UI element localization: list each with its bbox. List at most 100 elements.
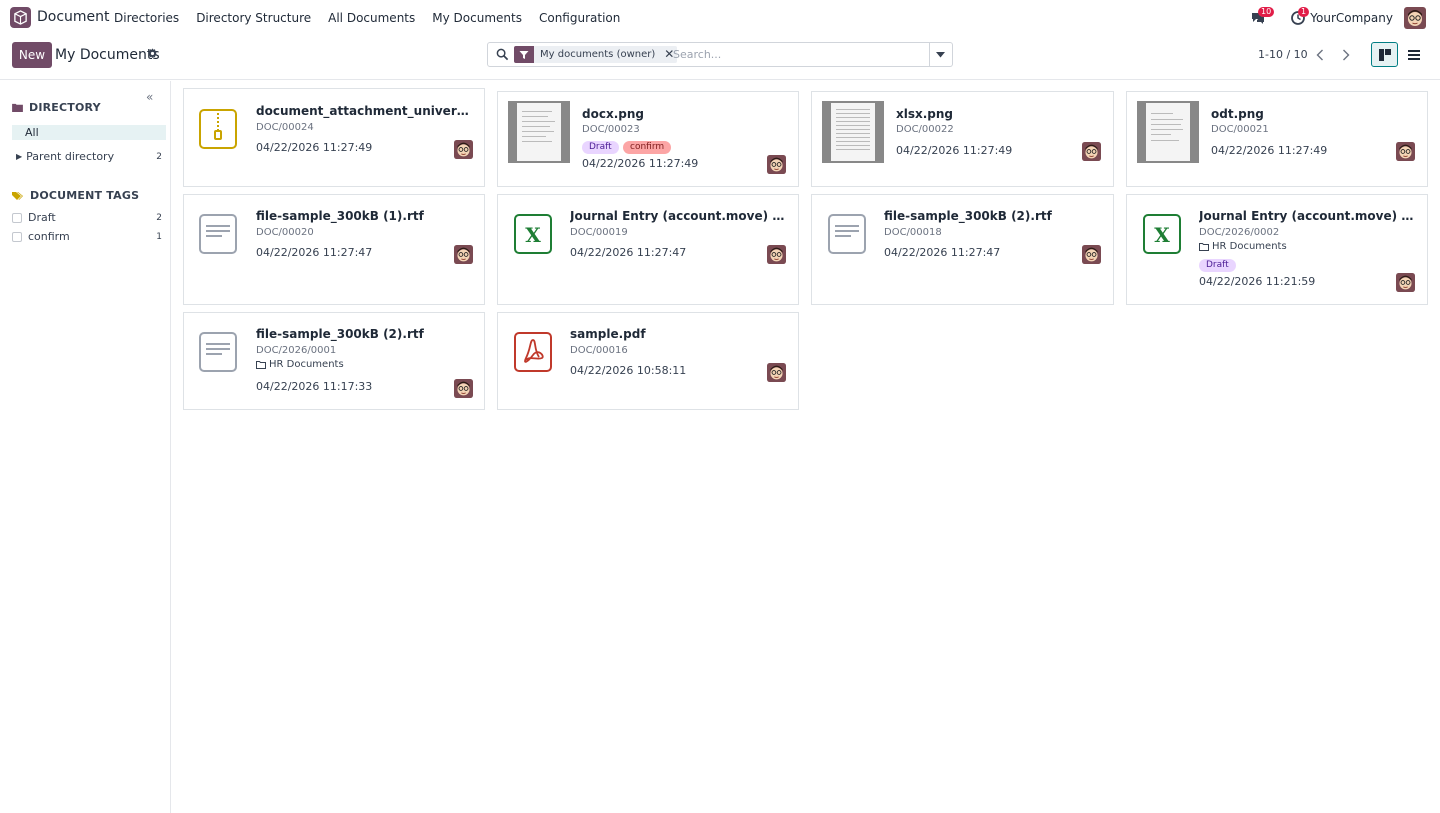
filter-icon: [514, 46, 534, 63]
document-directory[interactable]: HR Documents: [256, 359, 344, 370]
menu-configuration[interactable]: Configuration: [539, 11, 620, 25]
sidebar-item-all[interactable]: All: [12, 125, 166, 140]
kanban-view-button[interactable]: [1371, 42, 1398, 67]
document-directory[interactable]: HR Documents: [1199, 241, 1287, 252]
document-date: 04/22/2026 11:27:47: [884, 246, 1001, 259]
checkbox[interactable]: [12, 212, 22, 223]
gear-icon[interactable]: [147, 48, 158, 62]
document-title[interactable]: xlsx.png: [896, 107, 1096, 121]
tag-filter-draft[interactable]: Draft 2: [12, 211, 162, 224]
tag-filter-count: 2: [156, 212, 162, 223]
directory-section-title: DIRECTORY: [29, 101, 101, 114]
document-title[interactable]: document_attachment_universal_pr...: [256, 104, 470, 118]
document-title[interactable]: file-sample_300kB (2).rtf: [256, 327, 470, 341]
search-input[interactable]: [673, 46, 923, 63]
document-title[interactable]: Journal Entry (account.move) (3) (3).csv: [1199, 209, 1417, 223]
pager-value[interactable]: 1-10 / 10: [1258, 48, 1308, 61]
owner-avatar[interactable]: [1082, 245, 1101, 264]
main-menu: Directories Directory Structure All Docu…: [114, 11, 620, 25]
document-reference: DOC/2026/0001: [256, 345, 337, 356]
owner-avatar[interactable]: [767, 363, 786, 382]
document-date: 04/22/2026 11:27:49: [1211, 144, 1328, 157]
document-title[interactable]: docx.png: [582, 107, 782, 121]
document-card[interactable]: document_attachment_universal_pr... DOC/…: [183, 88, 485, 187]
document-card[interactable]: file-sample_300kB (1).rtf DOC/00020 04/2…: [183, 194, 485, 305]
folder-open-icon: [1199, 242, 1209, 251]
tag-draft: Draft: [1199, 259, 1236, 272]
owner-avatar[interactable]: [454, 140, 473, 159]
menu-all-documents[interactable]: All Documents: [328, 11, 415, 25]
sidebar-item-label: Parent directory: [26, 150, 115, 163]
svg-text:X: X: [1154, 223, 1170, 247]
document-reference: DOC/00016: [570, 345, 628, 356]
document-date: 04/22/2026 11:27:49: [896, 144, 1013, 157]
owner-avatar[interactable]: [454, 245, 473, 264]
document-date: 04/22/2026 10:58:11: [570, 364, 687, 377]
document-card[interactable]: X Journal Entry (account.move) (3) (3).c…: [1126, 194, 1428, 305]
document-card[interactable]: xlsx.png DOC/00022 04/22/2026 11:27:49: [811, 91, 1114, 187]
chat-icon[interactable]: 10: [1250, 7, 1275, 26]
document-reference: DOC/00023: [582, 124, 640, 135]
document-card[interactable]: file-sample_300kB (2).rtf DOC/00018 04/2…: [811, 194, 1114, 305]
menu-directory-structure[interactable]: Directory Structure: [196, 11, 311, 25]
sidebar-item-parent-directory[interactable]: ▶ Parent directory 2: [12, 150, 162, 163]
caret-right-icon[interactable]: ▶: [16, 152, 22, 161]
document-title[interactable]: Journal Entry (account.move) (3) (3).csv: [570, 209, 788, 223]
document-title[interactable]: odt.png: [1211, 107, 1411, 121]
tags-section-header: DOCUMENT TAGS: [12, 189, 139, 202]
checkbox[interactable]: [12, 231, 22, 242]
document-card[interactable]: file-sample_300kB (2).rtf DOC/2026/0001 …: [183, 312, 485, 410]
collapse-panel-icon[interactable]: «: [146, 90, 153, 104]
owner-avatar[interactable]: [1396, 273, 1415, 292]
pager-next-button[interactable]: [1334, 43, 1358, 67]
search-bar: My documents (owner) ✕: [487, 42, 930, 67]
app-name[interactable]: Document: [37, 9, 110, 25]
document-title[interactable]: sample.pdf: [570, 327, 784, 341]
text-file-icon: [199, 214, 237, 257]
pdf-icon: [514, 332, 552, 375]
search-icon[interactable]: [496, 48, 509, 61]
document-title[interactable]: file-sample_300kB (2).rtf: [884, 209, 1098, 223]
facet-label: My documents (owner): [540, 49, 656, 60]
tag-filter-count: 1: [156, 231, 162, 242]
document-card[interactable]: X Journal Entry (account.move) (3) (3).c…: [497, 194, 799, 305]
owner-avatar[interactable]: [1082, 142, 1101, 161]
document-preview-image: [508, 101, 570, 163]
spreadsheet-icon: X: [514, 214, 552, 257]
chevron-right-icon: [1343, 49, 1350, 61]
chat-count-badge: 10: [1258, 7, 1275, 17]
tags-section-title: DOCUMENT TAGS: [30, 189, 140, 202]
menu-my-documents[interactable]: My Documents: [432, 11, 522, 25]
menu-directories[interactable]: Directories: [114, 11, 179, 25]
document-card[interactable]: odt.png DOC/00021 04/22/2026 11:27:49: [1126, 91, 1428, 187]
directory-section-header: DIRECTORY: [12, 101, 101, 114]
document-date: 04/22/2026 11:27:49: [582, 157, 699, 170]
document-title[interactable]: file-sample_300kB (1).rtf: [256, 209, 470, 223]
search-dropdown-toggle[interactable]: [929, 42, 953, 67]
activity-clock-icon[interactable]: 1: [1290, 7, 1310, 26]
app-logo-icon[interactable]: [10, 7, 31, 28]
new-button[interactable]: New: [12, 42, 52, 68]
document-preview-image: [822, 101, 884, 163]
sidebar-item-count: 2: [156, 151, 162, 162]
owner-avatar[interactable]: [767, 245, 786, 264]
text-file-icon: [199, 332, 237, 375]
document-directory-label: HR Documents: [1212, 241, 1287, 252]
document-card[interactable]: sample.pdf DOC/00016 04/22/2026 10:58:11: [497, 312, 799, 410]
document-date: 04/22/2026 11:27:47: [570, 246, 687, 259]
owner-avatar[interactable]: [767, 155, 786, 174]
document-reference: DOC/00022: [896, 124, 954, 135]
owner-avatar[interactable]: [1396, 142, 1415, 161]
pager-previous-button[interactable]: [1308, 43, 1332, 67]
list-icon: [1407, 49, 1420, 60]
list-view-button[interactable]: [1400, 42, 1427, 67]
search-panel: « DIRECTORY All ▶ Parent directory 2 DOC…: [0, 81, 171, 813]
document-card[interactable]: docx.png DOC/00023 Draft confirm 04/22/2…: [497, 91, 799, 187]
folder-icon: [12, 103, 23, 112]
zip-icon: [199, 109, 237, 152]
user-avatar[interactable]: [1404, 7, 1426, 29]
owner-avatar[interactable]: [454, 379, 473, 398]
kanban-icon: [1378, 48, 1391, 61]
company-switcher[interactable]: YourCompany: [1310, 11, 1393, 25]
tag-filter-confirm[interactable]: confirm 1: [12, 230, 162, 243]
